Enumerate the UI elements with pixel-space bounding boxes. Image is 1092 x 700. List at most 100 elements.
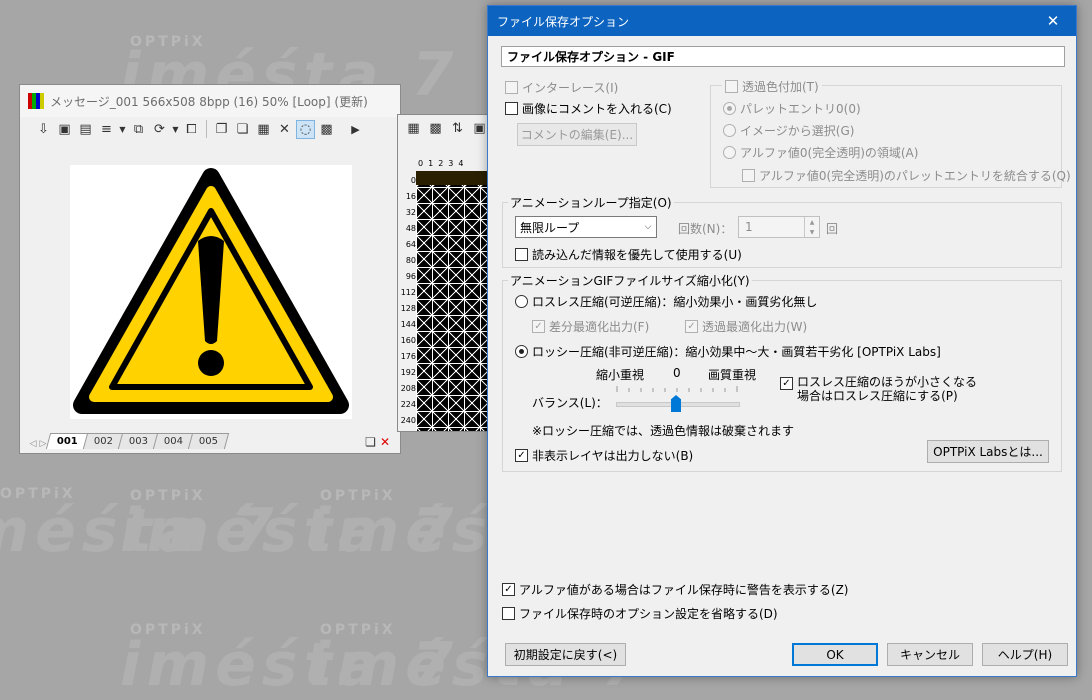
palette-sort-icon[interactable]: ⇅ bbox=[448, 119, 467, 138]
optpix-labs-button[interactable]: OPTPiX Labsとは... bbox=[927, 440, 1049, 463]
palette0-radio[interactable] bbox=[723, 102, 736, 115]
palette-used-colors[interactable] bbox=[416, 171, 493, 185]
palette-row-labels: 0 16 32 48 64 80 96 112 128 144 160 176 … bbox=[400, 176, 416, 425]
transparency-option-palette0[interactable]: パレットエントリ0(0) bbox=[723, 100, 861, 117]
watermark-logo: OPTPiX bbox=[0, 486, 76, 502]
alpha0-radio[interactable] bbox=[723, 146, 736, 159]
copy-icon[interactable]: ❐ bbox=[212, 120, 231, 139]
hidden-layers-checkbox[interactable]: ✓ 非表示レイヤは出力しない(B) bbox=[515, 447, 693, 464]
layers-dropdown-icon[interactable]: ▼ bbox=[118, 120, 127, 139]
tab-scroll-left-icon[interactable]: ◁ bbox=[28, 439, 38, 449]
palette-grid-icon[interactable]: ▩ bbox=[426, 119, 445, 138]
lossy-radio-option[interactable]: ロッシー圧縮(非可逆圧縮)：縮小効果中〜大・画質若干劣化 [OPTPiX Lab… bbox=[515, 343, 941, 360]
windows-icon[interactable]: ⧠ bbox=[182, 120, 201, 139]
transparency-option-alpha0[interactable]: アルファ値0(完全透明)の領域(A) bbox=[723, 144, 918, 161]
lossy-note: ※ロッシー圧縮では、透過色情報は破棄されます bbox=[532, 424, 795, 438]
palette-window[interactable]: ▦ ▩ ⇅ ▣ 0 1 2 3 4 0 16 32 48 64 80 96 11… bbox=[397, 114, 493, 432]
merge-alpha0-check-box[interactable] bbox=[742, 169, 755, 182]
palette-edit-icon[interactable]: ▦ bbox=[404, 119, 423, 138]
reset-defaults-button[interactable]: 初期設定に戻す(<) bbox=[505, 643, 626, 666]
layers-icon[interactable]: ≡ bbox=[97, 120, 116, 139]
prefer-read-checkbox[interactable]: 読み込んだ情報を優先して使用する(U) bbox=[515, 246, 742, 263]
watermark-product: iméśta 7 bbox=[120, 630, 460, 700]
more-icon[interactable]: ▶ bbox=[346, 120, 365, 139]
watermark-logo: OPTPiX bbox=[320, 622, 396, 638]
loop-group-label: アニメーションループ指定(O) bbox=[508, 194, 674, 211]
transparency-option-pick[interactable]: イメージから選択(G) bbox=[723, 122, 854, 139]
transparent-icon[interactable]: ✕ bbox=[275, 120, 294, 139]
comment-checkbox[interactable]: 画像にコメントを入れる(C) bbox=[505, 100, 672, 117]
hidden-layers-check-box[interactable]: ✓ bbox=[515, 449, 528, 462]
image-window-icon bbox=[28, 93, 44, 109]
gif-size-group-label: アニメーションGIFファイルサイズ縮小化(Y) bbox=[508, 272, 752, 289]
watermark-logo: OPTPiX bbox=[130, 622, 206, 638]
paste-icon[interactable]: ❏ bbox=[233, 120, 252, 139]
loop-mode-select[interactable]: 無限ループ ⌵ bbox=[515, 216, 657, 238]
select-icon[interactable]: ◌ bbox=[296, 119, 315, 139]
watermark-logo: OPTPiX bbox=[320, 488, 396, 504]
loop-count-stepper[interactable]: 1 ▲ ▼ bbox=[738, 216, 820, 238]
warning-triangle-icon bbox=[73, 168, 349, 414]
watermark-logo: OPTPiX bbox=[130, 488, 206, 504]
edit-comment-button[interactable]: コメントの編集(E)... bbox=[517, 123, 637, 146]
diff-opt-check-box[interactable]: ✓ bbox=[532, 320, 545, 333]
toolbar-separator bbox=[206, 120, 207, 138]
image-toolbar: ⇩ ▣ ▤ ≡ ▼ ⧉ ⟳ ▼ ⧠ ❐ ❏ ▦ ✕ ◌ ▩ ▶ bbox=[20, 117, 400, 141]
watermark-product: iméśta 7 bbox=[120, 496, 460, 566]
lossless-smaller-check-box[interactable]: ✓ bbox=[780, 377, 793, 390]
delete-page-icon[interactable]: ✕ bbox=[380, 435, 390, 449]
transparency-checkbox[interactable]: 透過色付加(T) bbox=[722, 78, 822, 95]
page-tabs: ◁ ▷ 001 002 003 004 005 ❏ ✕ bbox=[28, 431, 390, 449]
palette-toolbar: ▦ ▩ ⇅ ▣ bbox=[398, 115, 493, 141]
balance-slider-ticks bbox=[616, 386, 738, 392]
comment-check-box[interactable] bbox=[505, 102, 518, 115]
close-icon[interactable]: ✕ bbox=[1030, 6, 1076, 36]
warning-image bbox=[70, 165, 352, 419]
lossless-radio[interactable] bbox=[515, 295, 528, 308]
diff-opt-checkbox[interactable]: ✓ 差分最適化出力(F) bbox=[532, 318, 649, 335]
page-tab-005[interactable]: 005 bbox=[188, 433, 230, 449]
interlace-check-box[interactable] bbox=[505, 81, 518, 94]
format-heading: ファイル保存オプション - GIF bbox=[501, 46, 1065, 67]
merge-alpha0-checkbox[interactable]: アルファ値0(完全透明)のパレットエントリを統合する(Q) bbox=[742, 167, 1071, 184]
import-icon[interactable]: ⇩ bbox=[34, 120, 53, 139]
grid-icon[interactable]: ▦ bbox=[254, 120, 273, 139]
skip-options-checkbox[interactable]: ファイル保存時のオプション設定を省略する(D) bbox=[502, 605, 778, 622]
transparency-check-box[interactable] bbox=[725, 80, 738, 93]
trans-opt-check-box[interactable]: ✓ bbox=[685, 320, 698, 333]
lossy-radio[interactable] bbox=[515, 345, 528, 358]
dialog-titlebar[interactable]: ファイル保存オプション ✕ bbox=[488, 6, 1076, 36]
palette-column-labels: 0 1 2 3 4 bbox=[418, 159, 464, 168]
loop-count-unit: 回 bbox=[826, 222, 839, 236]
help-button[interactable]: ヘルプ(H) bbox=[982, 643, 1068, 666]
skip-options-check-box[interactable] bbox=[502, 607, 515, 620]
file-save-options-dialog[interactable]: ファイル保存オプション ✕ ファイル保存オプション - GIF インターレース(… bbox=[487, 5, 1077, 677]
balance-label: バランス(L)： bbox=[532, 396, 608, 410]
image-canvas[interactable] bbox=[28, 159, 390, 431]
lossless-radio-option[interactable]: ロスレス圧縮(可逆圧縮)：縮小効果小・画質劣化無し bbox=[515, 293, 817, 310]
image-add-icon[interactable]: ▣ bbox=[55, 120, 74, 139]
trans-opt-checkbox[interactable]: ✓ 透過最適化出力(W) bbox=[685, 318, 807, 335]
stepper-arrows-icon[interactable]: ▲ ▼ bbox=[804, 217, 819, 237]
prefer-read-check-box[interactable] bbox=[515, 248, 528, 261]
dialog-title: ファイル保存オプション bbox=[497, 14, 630, 29]
chevron-down-icon: ⌵ bbox=[644, 222, 652, 232]
slider-value: 0 bbox=[673, 366, 681, 380]
image-edit-icon[interactable]: ▤ bbox=[76, 120, 95, 139]
interlace-checkbox[interactable]: インターレース(I) bbox=[505, 79, 618, 96]
alpha-warn-checkbox[interactable]: ✓ アルファ値がある場合はファイル保存時に警告を表示する(Z) bbox=[502, 581, 848, 598]
ok-button[interactable]: OK bbox=[792, 643, 878, 666]
image-window[interactable]: メッセージ_001 566x508 8bpp (16) 50% [Loop] (… bbox=[19, 84, 401, 454]
cancel-button[interactable]: キャンセル bbox=[887, 643, 973, 666]
rotate-icon[interactable]: ⟳ bbox=[150, 120, 169, 139]
lossless-smaller-checkbox[interactable]: ✓ ロスレス圧縮のほうが小さくなる 場合はロスレス圧縮にする(P) bbox=[780, 375, 977, 403]
alpha-warn-check-box[interactable]: ✓ bbox=[502, 583, 515, 596]
pick-radio[interactable] bbox=[723, 124, 736, 137]
palette-icon[interactable]: ▩ bbox=[317, 120, 336, 139]
rotate-dropdown-icon[interactable]: ▼ bbox=[171, 120, 180, 139]
new-page-icon[interactable]: ❏ bbox=[365, 435, 376, 449]
slider-right-label: 画質重視 bbox=[708, 368, 757, 382]
palette-grid[interactable] bbox=[416, 171, 493, 431]
resize-icon[interactable]: ⧉ bbox=[129, 120, 148, 139]
image-window-titlebar[interactable]: メッセージ_001 566x508 8bpp (16) 50% [Loop] (… bbox=[20, 85, 400, 117]
